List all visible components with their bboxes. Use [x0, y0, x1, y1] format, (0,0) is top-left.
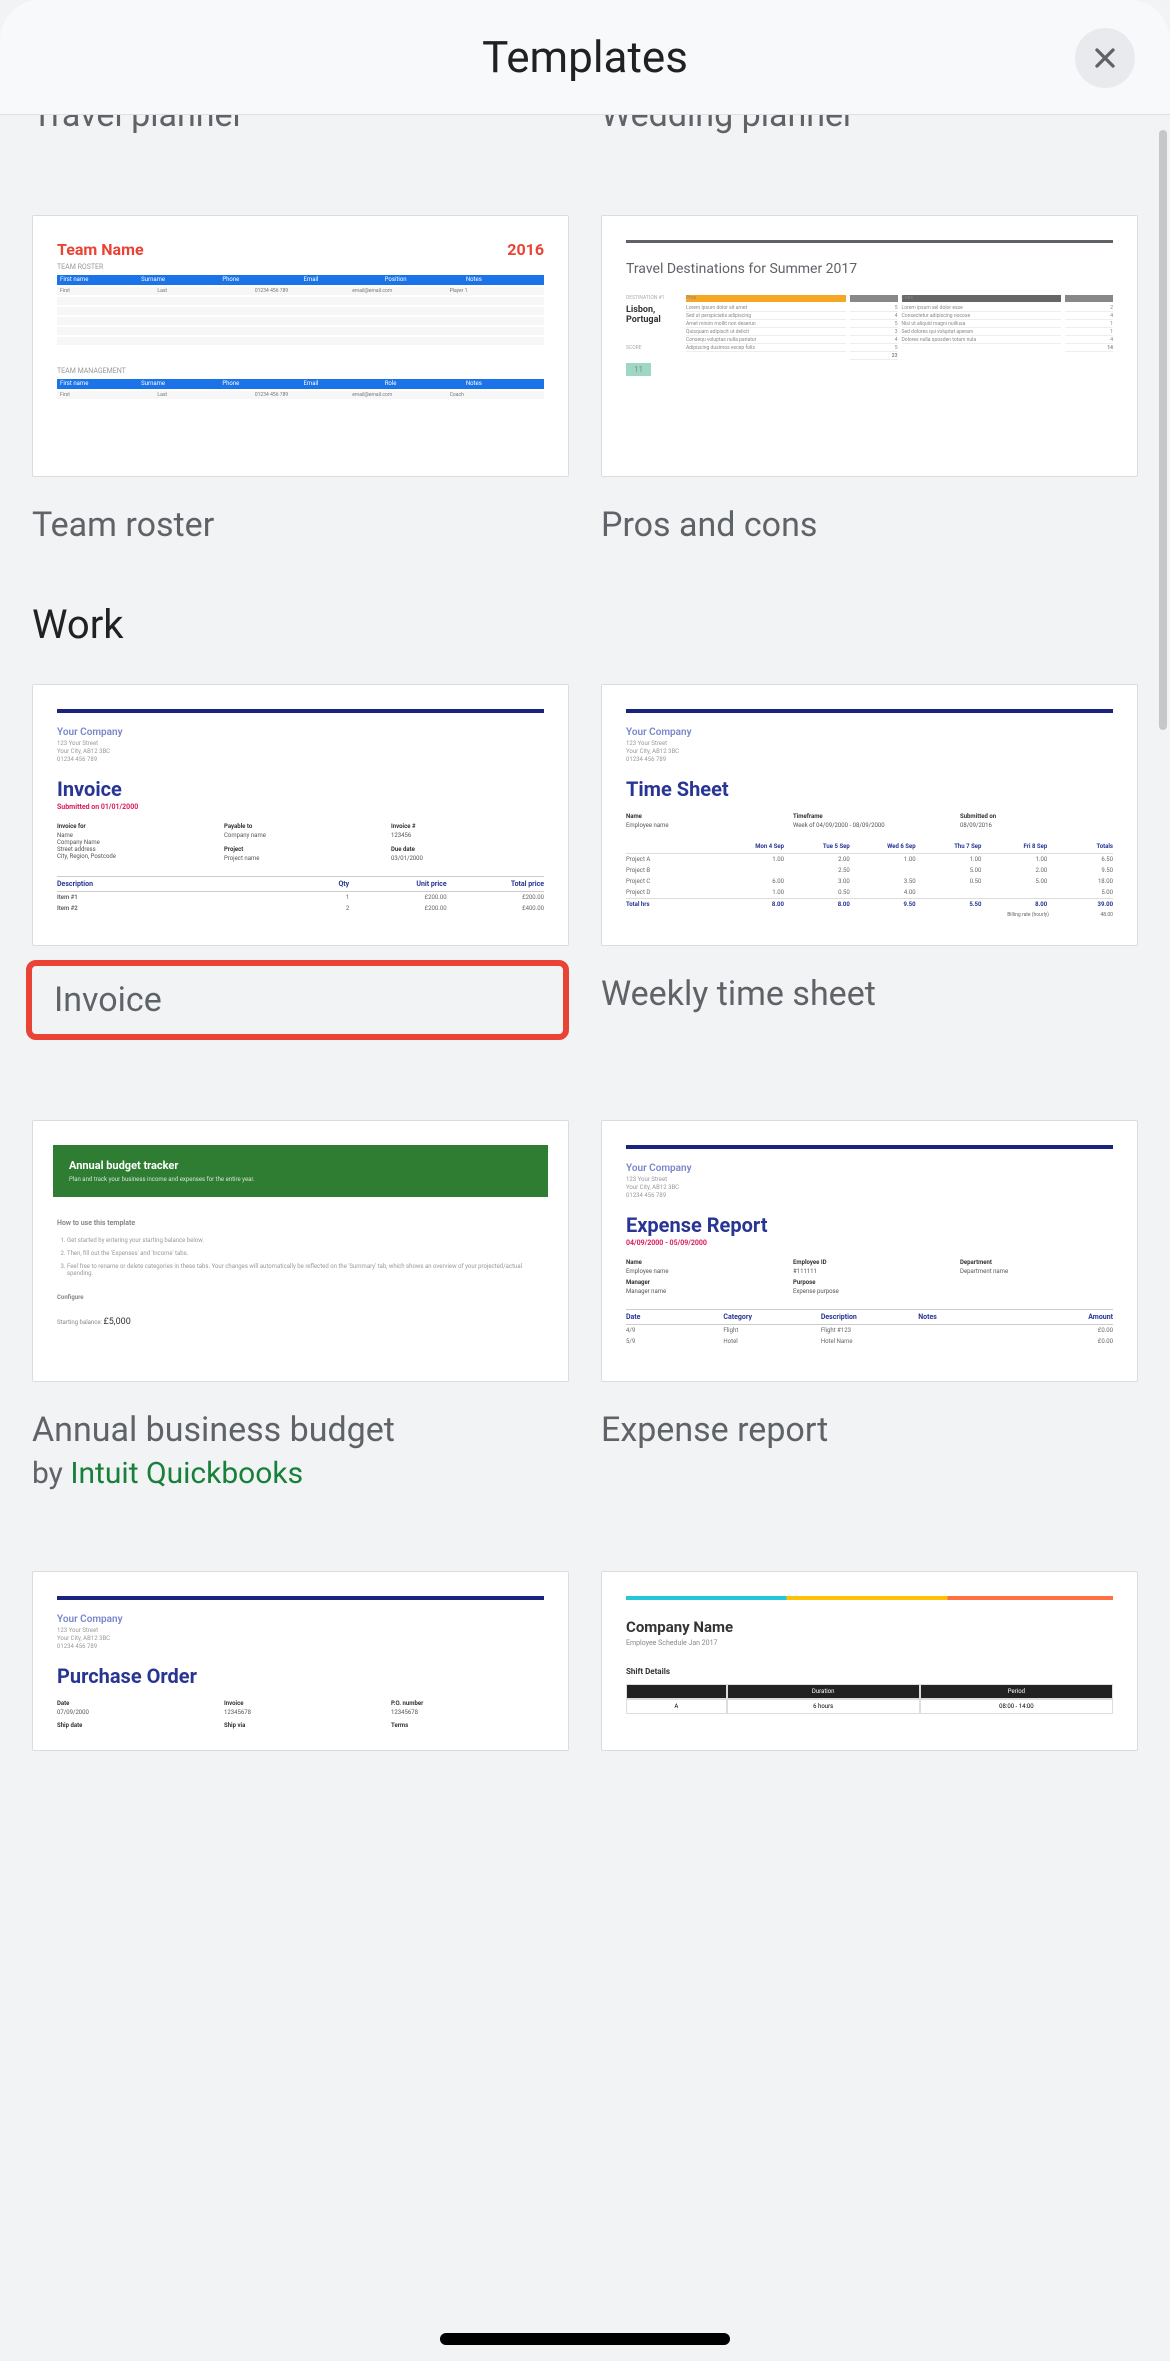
thumbnail-annual-budget: Annual budget tracker Plan and track you… — [32, 1120, 569, 1382]
thumbnail-invoice: Your Company 123 Your Street Your City, … — [32, 684, 569, 946]
template-label: Pros and cons — [601, 505, 1138, 545]
byline-link[interactable]: Intuit Quickbooks — [70, 1456, 303, 1491]
thumbnail-pros-and-cons: Travel Destinations for Summer 2017 DEST… — [601, 215, 1138, 477]
template-label: Weekly time sheet — [601, 974, 1138, 1014]
thumbnail-purchase-order: Your Company 123 Your Street Your City, … — [32, 1571, 569, 1751]
home-indicator[interactable] — [440, 2333, 730, 2345]
close-button[interactable] — [1075, 28, 1135, 88]
template-invoice[interactable]: Your Company 123 Your Street Your City, … — [32, 684, 569, 1040]
partial-row: Travel planner Wedding planner — [32, 115, 1138, 135]
team-year: 2016 — [507, 240, 544, 259]
thumbnail-employee-schedule: Company Name Employee Schedule Jan 2017 … — [601, 1571, 1138, 1751]
modal-header: Templates — [0, 0, 1170, 115]
template-label: Team roster — [32, 505, 569, 545]
thumbnail-expense-report: Your Company 123 Your Street Your City, … — [601, 1120, 1138, 1382]
template-label-wedding-planner: Wedding planner — [601, 115, 1138, 135]
template-pros-and-cons[interactable]: Travel Destinations for Summer 2017 DEST… — [601, 215, 1138, 545]
template-label-invoice-highlighted: Invoice — [26, 960, 569, 1040]
template-weekly-time-sheet[interactable]: Your Company 123 Your Street Your City, … — [601, 684, 1138, 1040]
modal-title: Templates — [482, 31, 688, 83]
doc-title: Travel Destinations for Summer 2017 — [626, 261, 1113, 277]
close-icon — [1089, 42, 1121, 74]
template-team-roster[interactable]: Team Name 2016 TEAM ROSTER First name Su… — [32, 215, 569, 545]
thumbnail-team-roster: Team Name 2016 TEAM ROSTER First name Su… — [32, 215, 569, 477]
section-label: TEAM MANAGEMENT — [57, 367, 544, 375]
template-expense-report[interactable]: Your Company 123 Your Street Your City, … — [601, 1120, 1138, 1491]
section-label: TEAM ROSTER — [57, 263, 544, 271]
team-name: Team Name — [57, 240, 144, 259]
template-employee-schedule[interactable]: Company Name Employee Schedule Jan 2017 … — [601, 1571, 1138, 1751]
template-byline: by Intuit Quickbooks — [32, 1456, 569, 1491]
template-purchase-order[interactable]: Your Company 123 Your Street Your City, … — [32, 1571, 569, 1751]
thumbnail-time-sheet: Your Company 123 Your Street Your City, … — [601, 684, 1138, 946]
template-annual-business-budget[interactable]: Annual budget tracker Plan and track you… — [32, 1120, 569, 1491]
template-label-travel-planner: Travel planner — [32, 115, 569, 135]
template-grid: Travel planner Wedding planner Team Name… — [0, 115, 1170, 2361]
section-title-work: Work — [32, 601, 1138, 648]
template-label: Annual business budget — [32, 1410, 569, 1450]
template-label: Expense report — [601, 1410, 1138, 1450]
